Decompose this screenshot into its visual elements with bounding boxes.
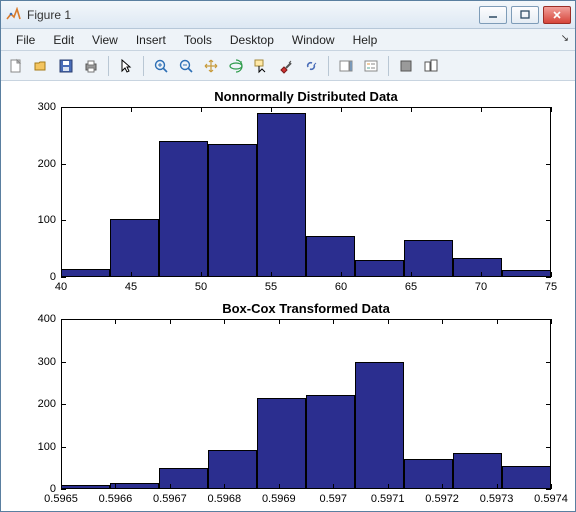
bar xyxy=(502,270,551,277)
bar xyxy=(502,466,551,489)
xtick-label: 50 xyxy=(195,277,207,293)
ytick-label: 300 xyxy=(38,356,61,368)
xtick-label: 0.5972 xyxy=(425,489,459,505)
menu-view[interactable]: View xyxy=(83,31,127,49)
matlab-app-icon xyxy=(5,7,21,23)
toolbar-separator xyxy=(143,56,144,76)
xtick-label: 45 xyxy=(125,277,137,293)
menu-edit[interactable]: Edit xyxy=(44,31,83,49)
menu-dropdown-icon[interactable]: ↘ xyxy=(561,33,569,44)
menu-file[interactable]: File xyxy=(7,31,44,49)
bar xyxy=(453,453,502,489)
toolbar-separator xyxy=(328,56,329,76)
link-icon[interactable] xyxy=(300,55,322,77)
ytick-label: 300 xyxy=(38,101,61,113)
ytick-label: 200 xyxy=(38,398,61,410)
open-icon[interactable] xyxy=(30,55,52,77)
chart-title: Box-Cox Transformed Data xyxy=(61,301,551,316)
zoom-in-icon[interactable] xyxy=(150,55,172,77)
bar xyxy=(257,398,306,489)
colorbar-icon[interactable] xyxy=(335,55,357,77)
menu-insert[interactable]: Insert xyxy=(127,31,175,49)
figure-window: Figure 1 File Edit View Insert Tools Des… xyxy=(0,0,576,512)
bar xyxy=(159,141,208,277)
xtick-label: 55 xyxy=(265,277,277,293)
bar xyxy=(110,219,159,277)
bars-container xyxy=(61,319,551,489)
bar xyxy=(306,236,355,277)
titlebar[interactable]: Figure 1 xyxy=(1,1,575,29)
bar xyxy=(404,459,453,489)
hide-plot-tools-icon[interactable] xyxy=(395,55,417,77)
bar xyxy=(355,362,404,490)
chart-title: Nonnormally Distributed Data xyxy=(61,89,551,104)
subplot-top[interactable]: Nonnormally Distributed Data 01002003004… xyxy=(61,107,551,277)
new-figure-icon[interactable] xyxy=(5,55,27,77)
xtick-label: 0.597 xyxy=(319,489,347,505)
xtick-label: 40 xyxy=(55,277,67,293)
show-plot-tools-icon[interactable] xyxy=(420,55,442,77)
bar xyxy=(208,450,257,489)
bar xyxy=(61,269,110,278)
xtick-label: 75 xyxy=(545,277,557,293)
xtick-label: 0.5965 xyxy=(44,489,78,505)
toolbar-separator xyxy=(388,56,389,76)
toolbar xyxy=(1,51,575,81)
ytick-label: 400 xyxy=(38,313,61,325)
menubar: File Edit View Insert Tools Desktop Wind… xyxy=(1,29,575,51)
window-title: Figure 1 xyxy=(27,8,475,22)
brush-icon[interactable] xyxy=(275,55,297,77)
zoom-out-icon[interactable] xyxy=(175,55,197,77)
menu-desktop[interactable]: Desktop xyxy=(221,31,283,49)
pan-icon[interactable] xyxy=(200,55,222,77)
xtick-label: 0.5968 xyxy=(208,489,242,505)
save-icon[interactable] xyxy=(55,55,77,77)
xtick-label: 0.5973 xyxy=(480,489,514,505)
close-button[interactable] xyxy=(543,6,571,24)
legend-icon[interactable] xyxy=(360,55,382,77)
maximize-button[interactable] xyxy=(511,6,539,24)
subplot-bottom[interactable]: Box-Cox Transformed Data 01002003004000.… xyxy=(61,319,551,489)
menu-tools[interactable]: Tools xyxy=(175,31,221,49)
data-cursor-icon[interactable] xyxy=(250,55,272,77)
xtick-label: 0.5974 xyxy=(534,489,568,505)
xtick-label: 70 xyxy=(475,277,487,293)
xtick-label: 65 xyxy=(405,277,417,293)
xtick-label: 0.5971 xyxy=(371,489,405,505)
plot-area: Nonnormally Distributed Data 01002003004… xyxy=(1,81,575,511)
menu-window[interactable]: Window xyxy=(283,31,344,49)
xtick-label: 60 xyxy=(335,277,347,293)
bar xyxy=(306,395,355,489)
ytick-label: 100 xyxy=(38,441,61,453)
toolbar-separator xyxy=(108,56,109,76)
xtick-label: 0.5967 xyxy=(153,489,187,505)
print-icon[interactable] xyxy=(80,55,102,77)
menu-help[interactable]: Help xyxy=(344,31,387,49)
bar xyxy=(355,260,404,277)
ytick-label: 100 xyxy=(38,214,61,226)
bar xyxy=(159,468,208,489)
bar xyxy=(453,258,502,277)
bar xyxy=(208,144,257,277)
ytick-label: 200 xyxy=(38,158,61,170)
bar xyxy=(257,113,306,277)
xtick-label: 0.5969 xyxy=(262,489,296,505)
minimize-button[interactable] xyxy=(479,6,507,24)
pointer-icon[interactable] xyxy=(115,55,137,77)
bars-container xyxy=(61,107,551,277)
xtick-label: 0.5966 xyxy=(99,489,133,505)
rotate-3d-icon[interactable] xyxy=(225,55,247,77)
